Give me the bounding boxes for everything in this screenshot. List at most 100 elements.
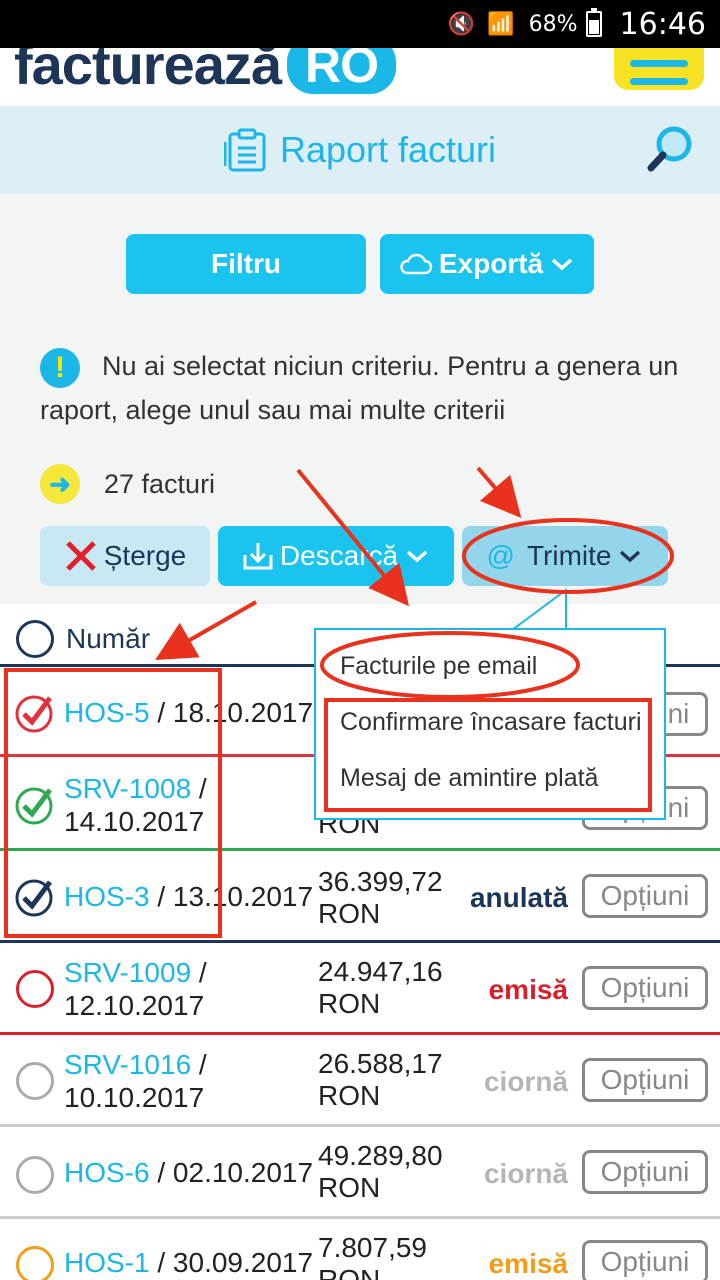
- table-row[interactable]: SRV-1016 /10.10.2017 26.588,17 RON ciornă…: [0, 1034, 720, 1127]
- options-button[interactable]: Opțiuni: [582, 1150, 708, 1194]
- invoice-amount-value: 7.807,59: [318, 1232, 427, 1263]
- status-bar: 🔇 📶 68% 16:46: [0, 0, 720, 48]
- invoice-amount-value: 49.289,80: [318, 1140, 443, 1171]
- invoice-amount: 7.807,59 RON: [318, 1232, 427, 1280]
- invoice-amount-value: 26.588,17: [318, 1048, 443, 1079]
- info-message-text: Nu ai selectat niciun criteriu. Pentru a…: [40, 351, 679, 425]
- logo-main: facturează: [14, 48, 282, 96]
- column-header-label: Număr: [66, 623, 151, 654]
- send-dropdown-menu: Facturile pe email Confirmare încasare f…: [314, 628, 666, 820]
- options-button[interactable]: Opțiuni: [582, 1240, 708, 1280]
- invoice-amount-value: 24.947,16: [318, 956, 443, 987]
- invoice-date: 30.09.2017: [172, 1247, 314, 1278]
- invoice-count: ➜ 27 facturi: [40, 464, 215, 504]
- invoice-amount: 26.588,17 RON: [318, 1048, 443, 1112]
- export-button[interactable]: Exportă: [380, 234, 594, 294]
- invoice-count-label: 27 facturi: [104, 468, 216, 499]
- download-icon: [243, 543, 273, 570]
- options-button[interactable]: Opțiuni: [582, 874, 708, 918]
- invoice-number: HOS-5 / 18.10.2017: [64, 697, 314, 728]
- invoice-currency: RON: [318, 988, 381, 1019]
- menu-bar-icon: [630, 78, 688, 85]
- options-button-label: Opțiuni: [600, 1246, 690, 1277]
- invoice-number: SRV-1008 /14.10.2017: [64, 773, 207, 837]
- options-button[interactable]: Opțiuni: [582, 1058, 708, 1102]
- invoice-date: 02.10.2017: [172, 1157, 314, 1188]
- column-header-number[interactable]: Număr: [16, 620, 150, 658]
- invoice-code-link[interactable]: SRV-1008: [64, 773, 191, 804]
- invoice-code-link[interactable]: SRV-1016: [64, 1049, 191, 1080]
- invoice-code-link[interactable]: HOS-6: [64, 1157, 150, 1188]
- invoice-number: HOS-1 / 30.09.2017: [64, 1247, 314, 1278]
- info-message: ! Nu ai selectat niciun criteriu. Pentru …: [40, 344, 680, 432]
- chevron-down-icon: [551, 258, 573, 271]
- row-checkbox[interactable]: [16, 1062, 54, 1100]
- menu-item-invoices-email[interactable]: Facturile pe email: [340, 652, 537, 681]
- wifi-icon: 📶: [487, 11, 515, 37]
- checked-icon[interactable]: [14, 692, 56, 734]
- invoice-code-link[interactable]: HOS-5: [64, 697, 150, 728]
- export-button-label: Exportă: [438, 248, 544, 279]
- search-icon[interactable]: [646, 124, 696, 174]
- invoice-date: 14.10.2017: [64, 806, 205, 837]
- title-bar: Raport facturi: [0, 106, 720, 194]
- invoice-amount-value: 36.399,72: [318, 866, 443, 897]
- invoice-date: 12.10.2017: [64, 990, 205, 1021]
- battery-icon: [585, 8, 602, 37]
- delete-button[interactable]: Șterge: [40, 526, 210, 586]
- delete-button-label: Șterge: [103, 540, 187, 571]
- table-row[interactable]: SRV-1009 /12.10.2017 24.947,16 RON emisă …: [0, 942, 720, 1035]
- status-badge: emisă: [488, 1248, 568, 1279]
- logo-suffix: RO: [287, 48, 397, 94]
- logo[interactable]: facturează RO: [14, 48, 397, 97]
- filter-button[interactable]: Filtru: [126, 234, 366, 294]
- options-button-label: Opțiuni: [600, 1064, 690, 1095]
- invoice-number: SRV-1009 /12.10.2017: [64, 957, 207, 1021]
- status-badge: anulată: [469, 882, 568, 913]
- invoice-number: SRV-1016 /10.10.2017: [64, 1049, 207, 1113]
- row-checkbox[interactable]: [16, 1246, 54, 1280]
- row-checkbox[interactable]: [16, 1156, 54, 1194]
- status-badge: ciornă: [483, 1158, 568, 1189]
- annotation-arrow: [476, 466, 522, 519]
- clock: 16:46: [619, 6, 706, 42]
- send-button-label: Trimite: [526, 540, 612, 571]
- menu-item-payment-reminder[interactable]: Mesaj de amintire plată: [340, 764, 598, 793]
- checked-icon[interactable]: [14, 876, 56, 918]
- download-button-label: Descarcă: [279, 540, 399, 571]
- checked-icon[interactable]: [14, 784, 56, 826]
- table-row[interactable]: HOS-6 / 02.10.2017 49.289,80 RON ciornă O…: [0, 1126, 720, 1219]
- close-icon: [65, 541, 96, 571]
- page-title: Raport facturi: [279, 129, 497, 170]
- invoice-date: 13.10.2017: [172, 881, 314, 912]
- menu-item-payment-confirmation[interactable]: Confirmare încasare facturi: [340, 708, 642, 737]
- invoice-currency: RON: [318, 1264, 381, 1280]
- invoice-currency: RON: [318, 898, 381, 929]
- filter-button-label: Filtru: [211, 248, 281, 279]
- table-row[interactable]: HOS-3 / 13.10.2017 36.399,72 RON anulată …: [0, 850, 720, 943]
- menu-bar-icon: [630, 60, 688, 67]
- cloud-icon: [400, 253, 433, 275]
- at-icon: @: [486, 540, 515, 571]
- exclamation-icon: !: [40, 347, 80, 388]
- clipboard-icon: [223, 128, 266, 172]
- battery-level: 68%: [528, 11, 578, 37]
- arrow-right-icon: ➜: [40, 464, 80, 504]
- row-checkbox[interactable]: [16, 970, 54, 1008]
- download-button[interactable]: Descarcă: [218, 526, 454, 586]
- menu-button[interactable]: [614, 48, 704, 90]
- table-row[interactable]: HOS-1 / 30.09.2017 7.807,59 RON emisă Opț…: [0, 1218, 720, 1280]
- invoice-currency: RON: [318, 1080, 381, 1111]
- invoice-number: HOS-6 / 02.10.2017: [64, 1157, 314, 1188]
- options-button[interactable]: Opțiuni: [582, 966, 708, 1010]
- invoice-code-link[interactable]: SRV-1009: [64, 957, 191, 988]
- send-button[interactable]: @ Trimite: [462, 526, 668, 586]
- options-button-label: Opțiuni: [600, 880, 690, 911]
- invoice-amount: 24.947,16 RON: [318, 956, 443, 1020]
- invoice-code-link[interactable]: HOS-3: [64, 881, 150, 912]
- select-all-checkbox[interactable]: [16, 620, 54, 658]
- invoice-code-link[interactable]: HOS-1: [64, 1247, 150, 1278]
- invoice-amount: 36.399,72 RON: [318, 866, 443, 930]
- invoice-amount: 49.289,80 RON: [318, 1140, 443, 1204]
- chevron-down-icon: [406, 550, 428, 563]
